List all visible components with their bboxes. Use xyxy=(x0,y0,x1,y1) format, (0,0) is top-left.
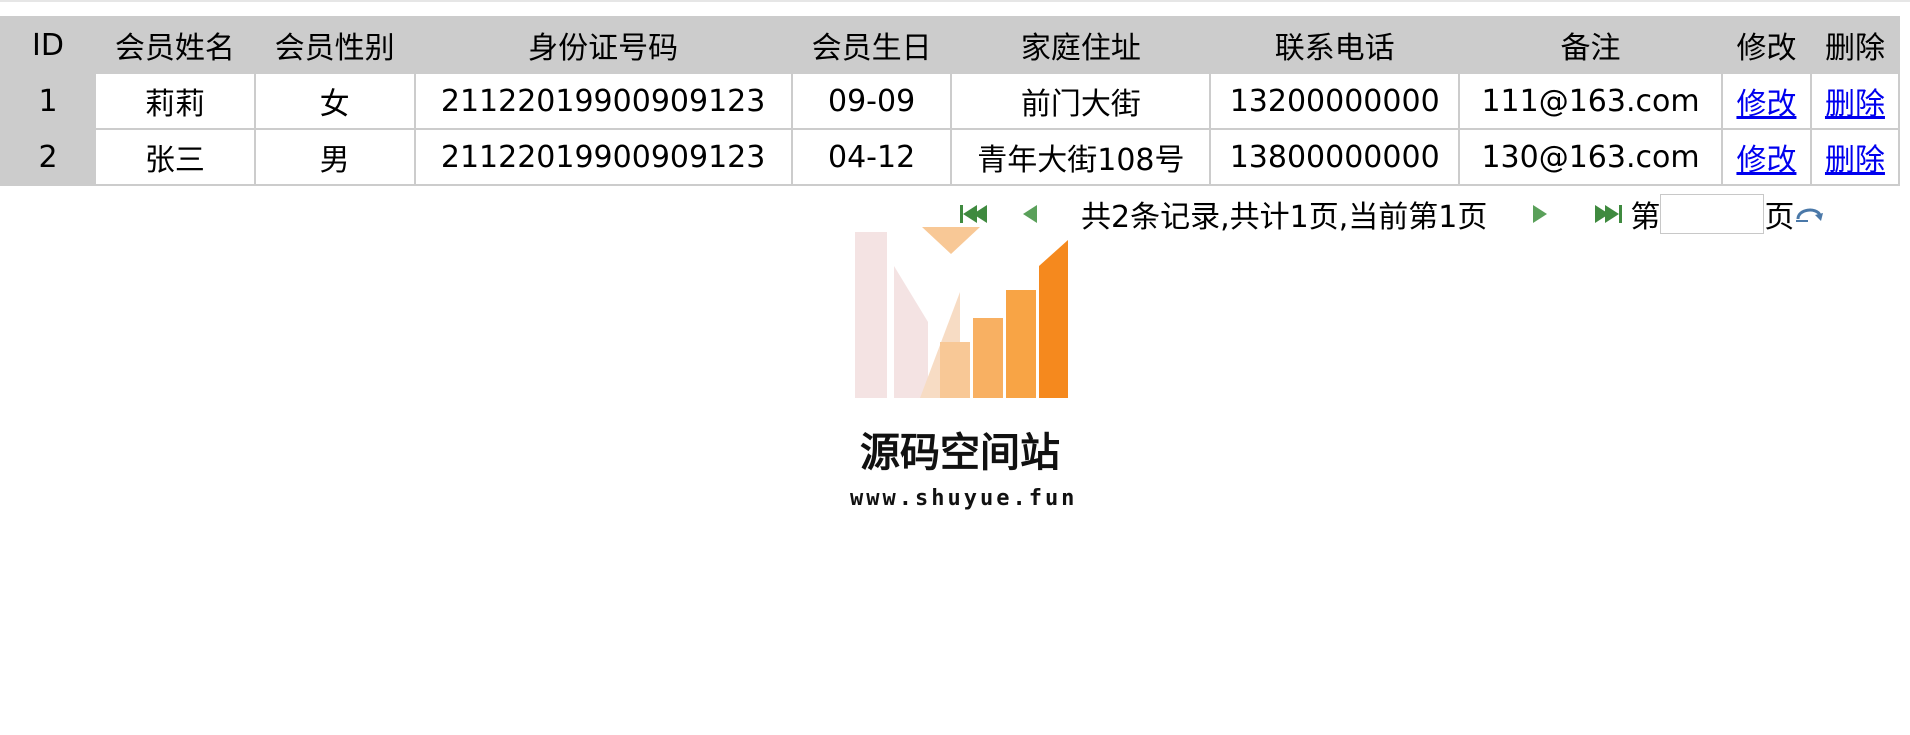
delete-link[interactable]: 删除 xyxy=(1825,143,1885,178)
header-id-number: 身份证号码 xyxy=(415,18,791,72)
header-birthday: 会员生日 xyxy=(792,18,951,72)
header-name: 会员姓名 xyxy=(96,18,254,72)
cell-edit: 修改 xyxy=(1722,130,1810,184)
header-gender: 会员性别 xyxy=(255,18,414,72)
cell-address: 青年大街108号 xyxy=(952,130,1210,184)
header-phone: 联系电话 xyxy=(1211,18,1459,72)
cell-phone: 13800000000 xyxy=(1211,130,1459,184)
table-row: 1 莉莉 女 21122019900909123 09-09 前门大街 1320… xyxy=(2,74,1898,128)
cell-name: 张三 xyxy=(96,130,254,184)
header-id: ID xyxy=(2,18,95,72)
last-page-icon[interactable] xyxy=(1595,205,1623,223)
first-page-icon[interactable] xyxy=(960,205,987,223)
cell-edit: 修改 xyxy=(1722,74,1810,128)
delete-link[interactable]: 删除 xyxy=(1825,87,1885,122)
cell-birthday: 09-09 xyxy=(792,74,951,128)
pagination-bar: 共2条记录,共计1页,当前第1页 第 页 xyxy=(960,194,1826,235)
cell-address: 前门大街 xyxy=(952,74,1210,128)
watermark-name: 源码空间站 xyxy=(860,430,1060,476)
cell-phone: 13200000000 xyxy=(1211,74,1459,128)
pagination-summary: 共2条记录,共计1页,当前第1页 xyxy=(1081,200,1488,235)
edit-link[interactable]: 修改 xyxy=(1736,87,1796,122)
top-rule xyxy=(0,0,1910,2)
cell-note: 130@163.com xyxy=(1460,130,1721,184)
goto-suffix-label: 页 xyxy=(1764,200,1795,235)
member-table: ID 会员姓名 会员性别 身份证号码 会员生日 家庭住址 联系电话 备注 修改 … xyxy=(0,16,1900,186)
header-address: 家庭住址 xyxy=(952,18,1210,72)
watermark-logo xyxy=(855,227,1068,398)
watermark: 源码空间站 www.shuyue.fun xyxy=(850,222,1078,511)
table-row: 2 张三 男 21122019900909123 04-12 青年大街108号 … xyxy=(2,130,1898,184)
goto-page-input[interactable] xyxy=(1660,194,1765,234)
cell-note: 111@163.com xyxy=(1460,74,1721,128)
cell-gender: 男 xyxy=(255,130,414,184)
cell-delete: 删除 xyxy=(1811,130,1898,184)
cell-id-number: 21122019900909123 xyxy=(415,74,791,128)
header-edit: 修改 xyxy=(1722,18,1810,72)
goto-prefix-label: 第 xyxy=(1630,200,1661,235)
header-delete: 删除 xyxy=(1811,18,1898,72)
edit-link[interactable]: 修改 xyxy=(1736,143,1796,178)
cell-id: 1 xyxy=(2,74,95,128)
table-header-row: ID 会员姓名 会员性别 身份证号码 会员生日 家庭住址 联系电话 备注 修改 … xyxy=(2,18,1898,72)
cell-delete: 删除 xyxy=(1811,74,1898,128)
next-page-icon[interactable] xyxy=(1533,205,1548,223)
cell-birthday: 04-12 xyxy=(792,130,951,184)
previous-page-icon[interactable] xyxy=(1023,205,1037,223)
header-note: 备注 xyxy=(1460,18,1721,72)
cell-name: 莉莉 xyxy=(96,74,254,128)
refresh-go-icon[interactable] xyxy=(1794,203,1826,225)
cell-id: 2 xyxy=(2,130,95,184)
cell-id-number: 21122019900909123 xyxy=(415,130,791,184)
watermark-url: www.shuyue.fun xyxy=(850,486,1078,511)
cell-gender: 女 xyxy=(255,74,414,128)
